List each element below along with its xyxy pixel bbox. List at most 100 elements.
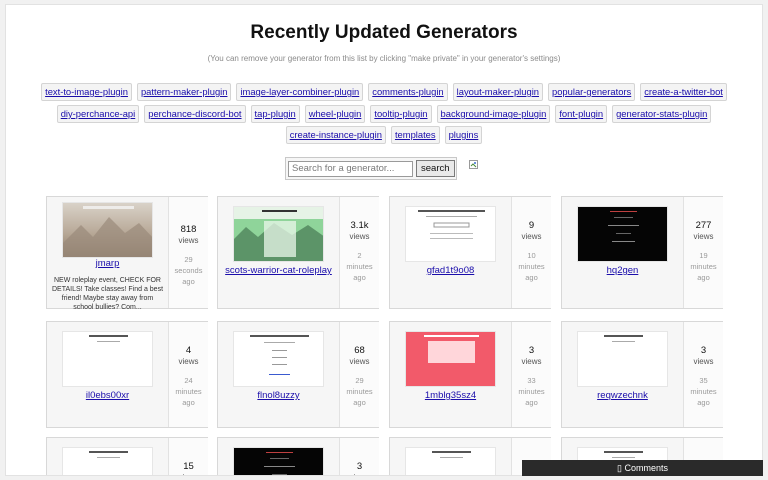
generator-card: 1mblg35sz4 3 views 33 minutes ago	[389, 321, 551, 428]
views-label: views	[349, 232, 370, 241]
plugin-tag-link[interactable]: create-instance-plugin	[285, 126, 386, 144]
updated-time: 29 seconds ago	[169, 254, 208, 287]
generator-stats: 3.1k views 2 minutes ago	[339, 197, 379, 308]
plugin-tag-link[interactable]: generator-stats-plugin	[612, 105, 712, 123]
generator-name-link[interactable]: gfad1t9o08	[390, 265, 511, 276]
generator-name-link[interactable]: hq2gen	[562, 265, 683, 276]
updated-time: 2 minutes ago	[340, 250, 379, 283]
view-count: 68	[354, 345, 365, 356]
updated-time-part: ago	[182, 398, 195, 407]
plugin-tag-link[interactable]: image-layer-combiner-plugin	[236, 83, 364, 101]
updated-time-part: ago	[525, 273, 538, 282]
search-form: search	[285, 157, 457, 180]
generator-stats: 818 views 29 seconds ago	[168, 197, 208, 308]
updated-time-part: minutes	[518, 387, 545, 396]
search-button[interactable]: search	[416, 160, 455, 177]
generator-thumbnail[interactable]	[405, 206, 496, 262]
plugin-tag-link[interactable]: diy-perchance-api	[56, 105, 140, 123]
generator-name-link[interactable]: flnol8uzzy	[218, 390, 339, 401]
generator-card-main: gfad1t9o08	[390, 197, 511, 308]
view-count: 9	[528, 220, 535, 231]
plugin-tag-link[interactable]: wheel-plugin	[304, 105, 366, 123]
plugin-tag-link[interactable]: background-image-plugin	[436, 105, 551, 123]
updated-time: 19 minutes ago	[684, 250, 723, 283]
generator-stats: 277 views 19 minutes ago	[683, 197, 723, 308]
search-input[interactable]	[288, 160, 413, 177]
updated-time: 24 minutes ago	[169, 375, 208, 408]
plugin-tags-row-3: create-instance-plugin templates plugins	[6, 126, 762, 144]
plugin-tag-link[interactable]: perchance-discord-bot	[144, 105, 246, 123]
plugin-tag-link[interactable]: create-a-twitter-bot	[640, 83, 727, 101]
views-label: views	[521, 357, 542, 366]
plugin-tags-row-2: diy-perchance-api perchance-discord-bot ta…	[6, 105, 762, 123]
updated-time-part: minutes	[690, 262, 717, 271]
updated-time-part: 19	[699, 251, 708, 260]
plugin-tag-link[interactable]: font-plugin	[555, 105, 608, 123]
generator-name-link[interactable]: il0ebs00xr	[47, 390, 168, 401]
generator-description: NEW roleplay event, CHECK FOR DETAILS! T…	[52, 277, 164, 311]
broken-image-icon	[469, 160, 478, 169]
views-label: views	[178, 236, 199, 245]
updated-time-part: 33	[527, 376, 536, 385]
generator-card: reqwzechnk 3 views 35 minutes ago	[561, 321, 723, 428]
view-count: 277	[695, 220, 712, 231]
plugin-tag-link[interactable]: templates	[390, 126, 440, 144]
updated-time-part: ago	[525, 398, 538, 407]
generator-thumbnail[interactable]	[233, 331, 324, 387]
plugin-tag-link[interactable]: layout-maker-plugin	[452, 83, 543, 101]
generator-stats: 4 views 24 minutes ago	[168, 322, 208, 427]
generator-name-link[interactable]: 1mblg35sz4	[390, 390, 511, 401]
generator-name-link[interactable]: jmarp	[47, 258, 168, 269]
view-count: 3.1k	[350, 220, 369, 231]
generator-stats: 3 views 33 minutes ago	[511, 322, 551, 427]
page-container: Recently Updated Generators (You can rem…	[5, 4, 763, 476]
updated-time-part: 24	[184, 376, 193, 385]
generator-card: hq2gen 277 views 19 minutes ago	[561, 196, 723, 309]
view-count: 3	[528, 345, 535, 356]
updated-time-part: ago	[697, 273, 710, 282]
generator-thumbnail[interactable]	[233, 206, 324, 262]
views-label: views	[349, 357, 370, 366]
generator-card-main	[218, 438, 339, 475]
generator-thumbnail[interactable]	[577, 331, 668, 387]
generator-stats: 3 views 35 minutes ago	[683, 322, 723, 427]
views-label: views	[521, 232, 542, 241]
updated-time-part: minutes	[346, 387, 373, 396]
view-count: 15	[183, 461, 194, 472]
views-label: views	[693, 357, 714, 366]
generator-card: il0ebs00xr 4 views 24 minutes ago	[46, 321, 208, 428]
views-label: views	[169, 472, 208, 475]
updated-time: 29 minutes ago	[340, 375, 379, 408]
plugin-tag-link[interactable]: comments-plugin	[368, 83, 448, 101]
view-count: 3	[356, 461, 363, 472]
generator-thumbnail[interactable]	[405, 331, 496, 387]
updated-time-part: ago	[697, 398, 710, 407]
generator-name-link[interactable]: reqwzechnk	[562, 390, 683, 401]
generator-name-link[interactable]: scots-warrior-cat-roleplay	[218, 265, 339, 276]
generator-card-main	[47, 438, 168, 475]
generator-card: flnol8uzzy 68 views 29 minutes ago	[217, 321, 379, 428]
generator-card-main: jmarp NEW roleplay event, CHECK FOR DETAI…	[47, 197, 168, 311]
generator-card-main	[390, 438, 511, 475]
generator-thumbnail[interactable]	[233, 447, 324, 475]
plugin-tag-link[interactable]: text-to-image-plugin	[41, 83, 132, 101]
generator-thumbnail[interactable]	[62, 202, 153, 258]
generator-card-main: il0ebs00xr	[47, 322, 168, 427]
page-title: Recently Updated Generators	[250, 22, 518, 43]
comments-toggle-bar[interactable]: ▯ Comments	[522, 460, 763, 476]
views-label: views	[693, 232, 714, 241]
plugin-tag-link[interactable]: tap-plugin	[250, 105, 300, 123]
generator-thumbnail[interactable]	[577, 206, 668, 262]
plugin-tag-link[interactable]: popular-generators	[548, 83, 636, 101]
generator-thumbnail[interactable]	[62, 447, 153, 475]
generator-thumbnail[interactable]	[405, 447, 496, 475]
plugin-tag-link[interactable]: pattern-maker-plugin	[136, 83, 232, 101]
plugin-tag-link[interactable]: tooltip-plugin	[370, 105, 432, 123]
generator-thumbnail[interactable]	[62, 331, 153, 387]
plugin-tag-link[interactable]: plugins	[444, 126, 483, 144]
page-subtitle: (You can remove your generator from this…	[207, 54, 561, 63]
updated-time-part: 10	[527, 251, 536, 260]
generator-card: scots-warrior-cat-roleplay 3.1k views 2 minu…	[217, 196, 379, 309]
generator-stats: 15views	[168, 438, 208, 475]
updated-time-part: 29	[184, 255, 193, 264]
